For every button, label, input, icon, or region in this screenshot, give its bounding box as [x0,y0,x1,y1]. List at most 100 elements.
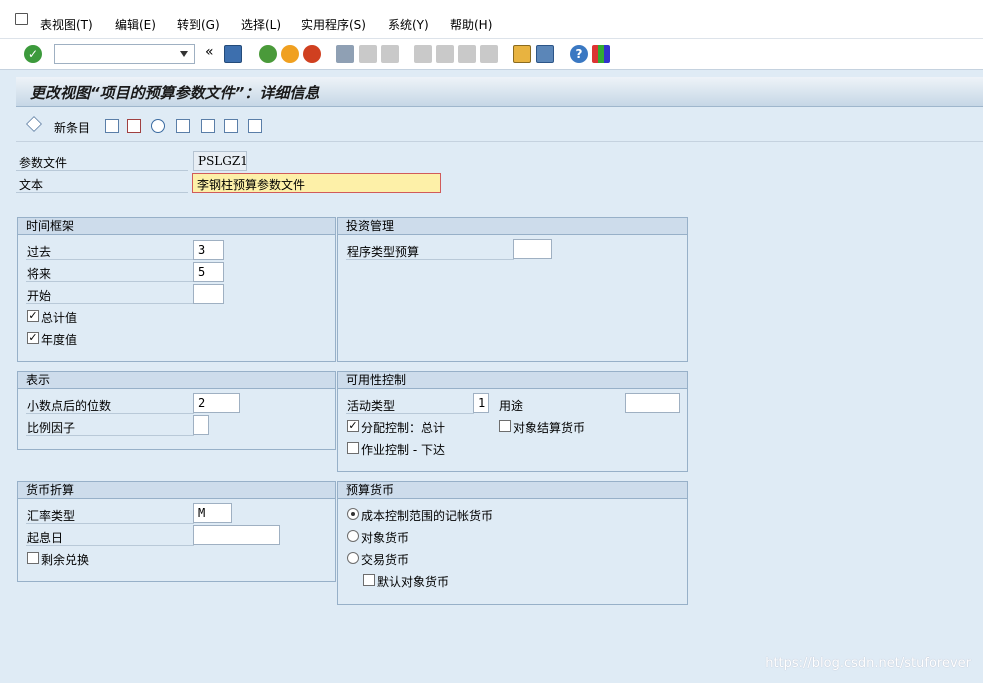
object-settlement-currency-label: 对象结算货币 [513,421,586,435]
select-all-icon[interactable] [224,119,238,133]
watermark: https://blog.csdn.net/stuforever [765,656,971,671]
availability-control-group: 可用性控制 活动类型 1 用途 ✓ 分配控制：总计 对象结算货币 作业控制 - … [337,371,688,472]
new-entries-button[interactable]: 新条目 [54,119,90,136]
past-field[interactable]: 3 [193,240,224,260]
menu-item-goto[interactable]: 转到(G) [177,16,220,33]
shortcut-icon[interactable] [536,45,554,63]
co-area-currency-radio[interactable] [347,508,359,520]
value-date-label-underline [26,545,194,546]
exchange-rate-type-label: 汇率类型 [27,509,76,523]
next-entry-icon[interactable] [201,119,215,133]
budget-currency-group: 预算货币 成本控制范围的记帐货币 对象货币 交易货币 默认对象货币 [337,481,688,605]
distribution-control-checkbox[interactable]: ✓ [347,420,359,432]
text-label-underline [16,192,188,193]
command-dropdown-icon[interactable] [180,51,188,57]
cancel-icon[interactable] [303,45,321,63]
past-label-underline [26,259,194,260]
find-next-icon[interactable] [381,45,399,63]
display-change-icon[interactable] [26,116,42,132]
start-label-underline [26,303,194,304]
next-page-icon[interactable] [458,45,476,63]
standard-toolbar: ✓ « ? [0,38,983,70]
first-page-icon[interactable] [414,45,432,63]
application-toolbar: 新条目 [16,108,983,142]
scaling-factor-label: 比例因子 [27,421,76,435]
decimal-places-label-underline [26,413,194,414]
investment-management-group: 投资管理 程序类型预算 [337,217,688,362]
time-frame-group: 时间框架 过去 3 将来 5 开始 ✓ 总计值 ✓ 年度值 [17,217,336,362]
currency-translation-group-title: 货币折算 [18,482,335,499]
command-field[interactable] [54,44,195,64]
start-label: 开始 [27,289,52,303]
start-field[interactable] [193,284,224,304]
decimal-places-label: 小数点后的位数 [27,399,112,413]
menu-item-selection[interactable]: 选择(L) [241,16,281,33]
menu-bar: 表视图(T) 编辑(E) 转到(G) 选择(L) 实用程序(S) 系统(Y) 帮… [0,0,983,38]
select-block-icon[interactable] [248,119,262,133]
customize-layout-icon[interactable] [592,45,610,63]
object-settlement-currency-checkbox[interactable] [499,420,511,432]
transaction-currency-radio[interactable] [347,552,359,564]
release-control-checkbox[interactable] [347,442,359,454]
object-currency-label: 对象货币 [361,531,410,545]
help-icon[interactable]: ? [570,45,588,63]
print-icon[interactable] [336,45,354,63]
remainder-translation-checkbox[interactable] [27,552,39,564]
usage-field[interactable] [625,393,680,413]
last-page-icon[interactable] [480,45,498,63]
program-type-label: 程序类型预算 [347,245,420,259]
save-icon[interactable] [224,45,242,63]
exchange-rate-type-label-underline [26,523,194,524]
find-icon[interactable] [359,45,377,63]
profile-label: 参数文件 [19,156,68,170]
menu-item-utilities[interactable]: 实用程序(S) [301,16,366,33]
previous-entry-icon[interactable] [176,119,190,133]
future-field[interactable]: 5 [193,262,224,282]
time-frame-group-title: 时间框架 [18,218,335,235]
annual-values-checkbox[interactable]: ✓ [27,332,39,344]
value-date-label: 起息日 [27,531,64,545]
menu-item-table-view[interactable]: 表视图(T) [40,16,93,33]
create-session-icon[interactable] [513,45,531,63]
total-values-label: 总计值 [41,311,78,325]
profile-field: PSLGZ1 [193,151,247,171]
menu-item-system[interactable]: 系统(Y) [388,16,429,33]
program-type-label-underline [346,259,514,260]
investment-management-group-title: 投资管理 [338,218,687,235]
value-date-field[interactable] [193,525,280,545]
remainder-translation-label: 剩余兑换 [41,553,90,567]
exchange-rate-type-field[interactable]: M [193,503,232,523]
page-title: 更改视图“项目的预算参数文件”：详细信息 [30,84,320,102]
copy-icon[interactable] [105,119,119,133]
text-field[interactable]: 李钢柱预算参数文件 [192,173,441,193]
past-label: 过去 [27,245,52,259]
menu-item-edit[interactable]: 编辑(E) [115,16,156,33]
program-type-field[interactable] [513,239,552,259]
co-area-currency-label: 成本控制范围的记帐货币 [361,509,494,523]
future-label: 将来 [27,267,52,281]
collapse-chevron-icon[interactable]: « [205,44,214,60]
total-values-checkbox[interactable]: ✓ [27,310,39,322]
scaling-factor-field[interactable] [193,415,209,435]
menu-icon[interactable] [15,13,28,25]
back-icon[interactable] [259,45,277,63]
default-object-currency-label: 默认对象货币 [377,575,450,589]
delete-icon[interactable] [127,119,141,133]
availability-control-group-title: 可用性控制 [338,372,687,389]
profile-label-underline [16,170,188,171]
decimal-places-field[interactable]: 2 [193,393,240,413]
check-icon[interactable]: ✓ [24,45,42,63]
exit-icon[interactable] [281,45,299,63]
scaling-factor-label-underline [26,435,194,436]
undo-icon[interactable] [151,119,165,133]
release-control-label: 作业控制 - 下达 [361,443,445,457]
budget-currency-group-title: 预算货币 [338,482,687,499]
object-currency-radio[interactable] [347,530,359,542]
annual-values-label: 年度值 [41,333,78,347]
default-object-currency-checkbox[interactable] [363,574,375,586]
activity-type-field[interactable]: 1 [473,393,489,413]
menu-item-help[interactable]: 帮助(H) [450,16,492,33]
previous-page-icon[interactable] [436,45,454,63]
representation-group-title: 表示 [18,372,335,389]
usage-label: 用途 [499,399,524,413]
